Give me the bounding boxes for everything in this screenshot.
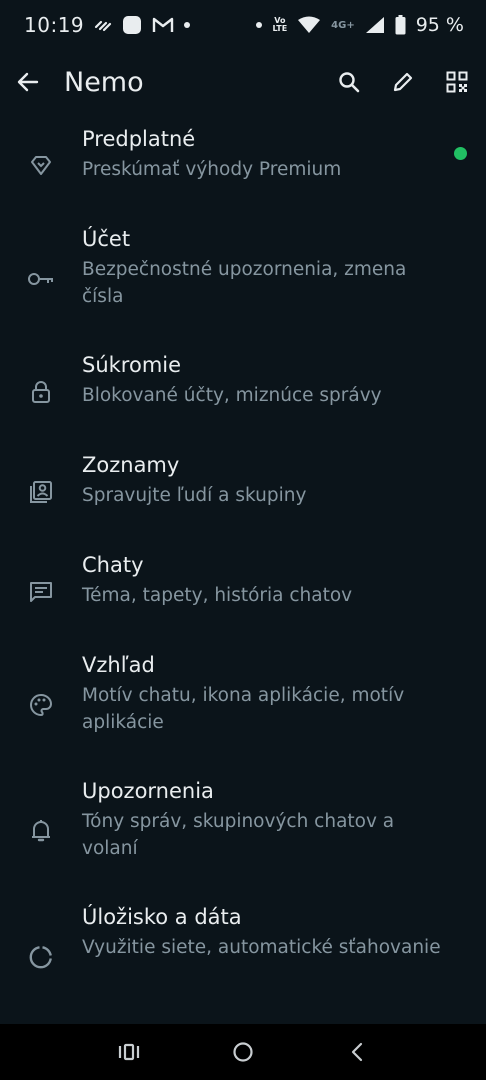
settings-item-subscription[interactable]: Predplatné Preskúmať výhody Premium	[0, 116, 486, 216]
chat-icon	[0, 550, 82, 634]
qr-code-button[interactable]	[430, 55, 484, 109]
item-subtitle: Téma, tapety, história chatov	[82, 585, 353, 606]
item-subtitle: Spravujte ľudí a skupiny	[82, 485, 307, 506]
item-title: Úložisko a dáta	[82, 905, 242, 929]
chevron-left-icon	[351, 1042, 363, 1062]
item-subtitle: Tóny správ, skupinových chatov a volaní	[82, 811, 395, 859]
item-subtitle: Preskúmať výhody Premium	[82, 159, 342, 180]
volte-label-bottom: LTE	[272, 24, 288, 33]
premium-diamond-icon	[0, 124, 82, 208]
app-notification-icon	[122, 15, 142, 35]
status-time: 10:19	[24, 13, 85, 37]
search-icon	[339, 72, 360, 93]
battery-percent: 95 %	[415, 14, 464, 36]
status-bar: 10:19 Vo LTE 4G+ 95 %	[0, 0, 486, 50]
item-subtitle: Využitie siete, automatické sťahovanie	[82, 937, 441, 958]
settings-item-storage[interactable]: Úložisko a dáta Využitie siete, automati…	[0, 894, 486, 1020]
item-title: Súkromie	[82, 353, 182, 377]
back-button[interactable]	[0, 54, 56, 110]
recent-apps-button[interactable]	[114, 1037, 144, 1067]
gmail-icon	[152, 17, 174, 33]
storage-icon	[0, 902, 82, 1012]
network-type: 4G+	[331, 19, 355, 31]
app-bar-actions	[322, 55, 484, 109]
home-circle-icon	[233, 1042, 253, 1062]
item-title: Predplatné	[82, 127, 196, 151]
page-title: Nemo	[64, 66, 144, 98]
settings-item-appearance[interactable]: Vzhľad Motív chatu, ikona aplikácie, mot…	[0, 642, 486, 768]
settings-item-notifications[interactable]: Upozornenia Tóny správ, skupinových chat…	[0, 768, 486, 894]
palette-icon	[0, 650, 82, 760]
system-navigation-bar	[0, 1024, 486, 1080]
settings-item-chats[interactable]: Chaty Téma, tapety, história chatov	[0, 542, 486, 642]
settings-item-lists[interactable]: Zoznamy Spravujte ľudí a skupiny	[0, 442, 486, 542]
pencil-icon	[393, 72, 413, 92]
item-title: Chaty	[82, 553, 144, 577]
recent-apps-icon	[118, 1043, 140, 1061]
arrow-back-icon	[17, 72, 39, 92]
notification-dot-icon	[256, 22, 263, 28]
edit-button[interactable]	[376, 55, 430, 109]
link-notification-icon	[94, 18, 112, 32]
status-bar-right: Vo LTE 4G+ 95 %	[256, 14, 464, 36]
volte-icon: Vo LTE	[272, 17, 287, 33]
qr-code-icon	[446, 71, 468, 93]
item-title: Upozornenia	[82, 779, 214, 803]
settings-item-account[interactable]: Účet Bezpečnostné upozornenia, zmena čís…	[0, 216, 486, 342]
item-title: Vzhľad	[82, 653, 155, 677]
contacts-list-icon	[0, 450, 82, 534]
item-title: Účet	[82, 227, 131, 251]
battery-icon	[395, 15, 406, 35]
search-button[interactable]	[322, 55, 376, 109]
key-icon	[0, 224, 82, 334]
item-title: Zoznamy	[82, 453, 180, 477]
notification-dot-icon	[184, 22, 191, 28]
new-badge-dot	[454, 147, 467, 160]
bell-icon	[0, 776, 82, 886]
settings-list: Predplatné Preskúmať výhody Premium Účet…	[0, 116, 486, 1020]
app-bar: Nemo	[0, 50, 486, 114]
system-back-button[interactable]	[342, 1037, 372, 1067]
item-subtitle: Motív chatu, ikona aplikácie, motív apli…	[82, 685, 405, 733]
status-bar-left: 10:19	[24, 13, 191, 37]
item-subtitle: Blokované účty, miznúce správy	[82, 385, 382, 406]
lock-icon	[0, 350, 82, 434]
wifi-icon	[297, 16, 321, 34]
home-button[interactable]	[228, 1037, 258, 1067]
signal-icon	[365, 16, 385, 34]
item-subtitle: Bezpečnostné upozornenia, zmena čísla	[82, 259, 407, 307]
settings-item-privacy[interactable]: Súkromie Blokované účty, miznúce správy	[0, 342, 486, 442]
